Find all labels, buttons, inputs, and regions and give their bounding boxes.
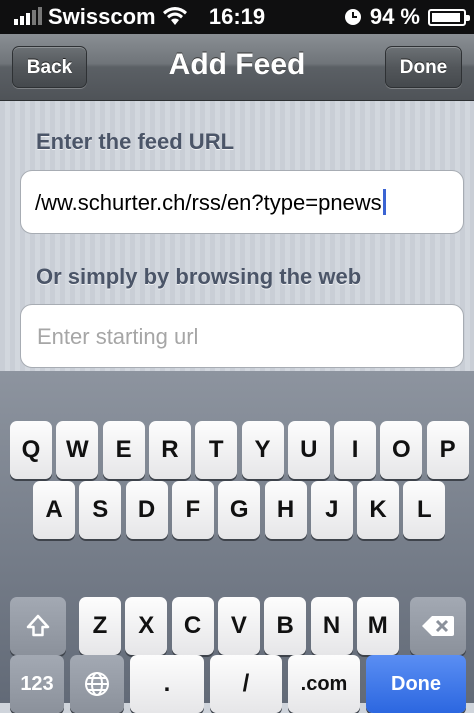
shift-key[interactable]: [10, 597, 66, 655]
key-h[interactable]: H: [264, 481, 307, 539]
key-i[interactable]: I: [334, 421, 377, 479]
key-e[interactable]: E: [102, 421, 145, 479]
dotcom-key[interactable]: .com: [288, 655, 360, 713]
navigation-bar: Back Add Feed Done: [0, 34, 474, 101]
done-button[interactable]: Done: [385, 46, 462, 88]
numbers-key[interactable]: 123: [10, 655, 64, 713]
battery-fill: [432, 12, 460, 22]
form-area: Enter the feed URL /ww.schurter.ch/rss/e…: [0, 101, 474, 371]
key-x[interactable]: X: [125, 597, 168, 655]
battery-area: 94 %: [344, 4, 470, 30]
dot-key[interactable]: .: [130, 655, 204, 713]
backspace-key[interactable]: [410, 597, 466, 655]
globe-icon: [85, 672, 109, 696]
key-f[interactable]: F: [171, 481, 214, 539]
start-url-placeholder: Enter starting url: [37, 324, 199, 349]
keyboard-done-key[interactable]: Done: [366, 655, 466, 713]
shift-icon: [26, 614, 50, 637]
key-o[interactable]: O: [380, 421, 423, 479]
keyboard: QWERTYUIOP ASDFGHJKL ZXCVBNM 123 . / .co…: [0, 371, 474, 713]
start-url-field[interactable]: Enter starting url: [20, 304, 464, 368]
key-z[interactable]: Z: [79, 597, 121, 655]
key-c[interactable]: C: [171, 597, 214, 655]
feed-url-field[interactable]: /ww.schurter.ch/rss/en?type=pnews: [20, 170, 464, 234]
key-u[interactable]: U: [287, 421, 330, 479]
key-n[interactable]: N: [310, 597, 353, 655]
key-k[interactable]: K: [357, 481, 400, 539]
key-j[interactable]: J: [310, 481, 353, 539]
browse-label: Or simply by browsing the web: [36, 264, 362, 289]
clock-lock-icon: [344, 9, 361, 25]
key-m[interactable]: M: [356, 597, 399, 655]
key-w[interactable]: W: [56, 421, 99, 479]
backspace-icon: [422, 616, 454, 636]
key-v[interactable]: V: [217, 597, 260, 655]
feed-url-value: /ww.schurter.ch/rss/en?type=pnews: [35, 189, 386, 216]
slash-key[interactable]: /: [210, 655, 282, 713]
key-q[interactable]: Q: [10, 421, 52, 479]
key-r[interactable]: R: [148, 421, 191, 479]
key-s[interactable]: S: [79, 481, 122, 539]
key-l[interactable]: L: [403, 481, 446, 539]
text-cursor: [382, 189, 386, 215]
key-p[interactable]: P: [426, 421, 469, 479]
key-b[interactable]: B: [264, 597, 307, 655]
key-a[interactable]: A: [33, 481, 75, 539]
status-bar: Swisscom 16:19 94 %: [0, 0, 474, 34]
key-d[interactable]: D: [125, 481, 168, 539]
battery-icon: [428, 8, 470, 26]
feed-url-label: Enter the feed URL: [36, 129, 235, 154]
key-g[interactable]: G: [218, 481, 261, 539]
key-y[interactable]: Y: [241, 421, 284, 479]
key-t[interactable]: T: [195, 421, 238, 479]
battery-percent: 94 %: [369, 4, 420, 29]
globe-key[interactable]: [70, 655, 124, 713]
